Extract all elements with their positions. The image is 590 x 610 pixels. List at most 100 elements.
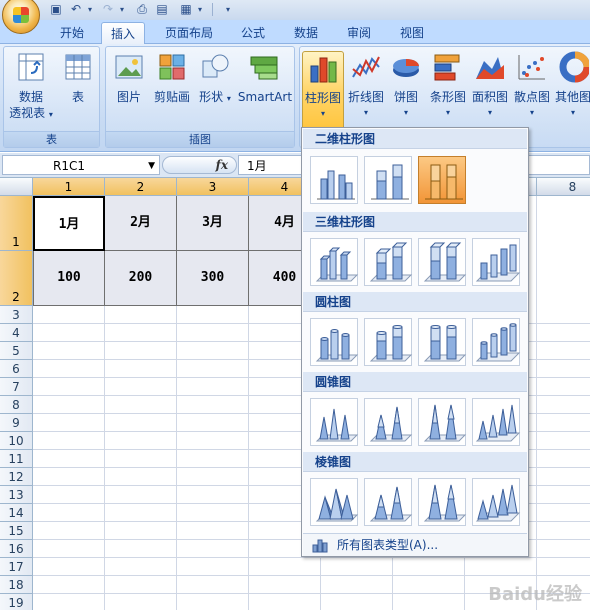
picture-button[interactable]: 图片 [110,51,148,105]
undo-dropdown-icon[interactable]: ▾ [82,2,98,17]
cell-r2c1[interactable]: 100 [33,251,105,306]
chart-types-icon [312,539,328,553]
column-chart-button[interactable]: 柱形图 ▾ [302,51,344,131]
percent-stacked-column-option[interactable] [418,156,466,204]
pivot-table-button[interactable]: 数据 透视表 ▾ [8,51,54,123]
bar-chart-button[interactable]: 条形图 ▾ [428,51,468,121]
row-header[interactable]: 8 [0,396,33,414]
area-chart-button[interactable]: 面积图 ▾ [470,51,510,121]
row-header[interactable]: 4 [0,324,33,342]
bar-chart-icon [434,54,460,81]
row-header[interactable]: 7 [0,378,33,396]
insert-function-button[interactable]: fx [162,156,237,174]
3d-column-option[interactable] [472,238,521,286]
row-header[interactable]: 3 [0,306,33,324]
column-header[interactable]: 2 [105,178,177,196]
percent-stacked-cylinder-icon [423,325,467,362]
3d-cone-icon [475,404,521,442]
shapes-button[interactable]: 形状 ▾ [196,51,234,107]
clipart-label: 剪贴画 [153,90,190,104]
column-header[interactable]: 3 [177,178,249,196]
cell-r2c2[interactable]: 200 [105,251,177,306]
stacked-cone-option[interactable] [364,398,413,446]
stacked-column-option[interactable] [364,156,412,204]
scatter-chart-icon [518,55,545,80]
smartart-button[interactable]: SmartArt [236,51,294,105]
illustrations-group: 图片 剪贴画 形状 ▾ SmartArt 插图 [105,46,295,148]
select-all-corner[interactable] [0,178,33,196]
3d-clustered-column-option[interactable] [310,238,359,286]
row-header[interactable]: 15 [0,522,33,540]
row-header[interactable]: 13 [0,486,33,504]
chevron-down-icon[interactable]: ▼ [148,157,155,175]
customize-toolbar-icon[interactable]: ▾ [220,2,236,17]
tab-formulas[interactable]: 公式 [233,22,273,44]
grid-line [536,196,537,610]
other-charts-button[interactable]: 其他图 ▾ [554,51,590,121]
tab-data[interactable]: 数据 [286,22,326,44]
column-header[interactable]: 1 [33,178,105,196]
row-header[interactable]: 5 [0,342,33,360]
row-header[interactable]: 9 [0,414,33,432]
area-chart-icon [476,57,504,79]
row-header[interactable]: 12 [0,468,33,486]
3d-stacked-column-option[interactable] [364,238,413,286]
gallery-section-cylinder: 圆柱图 [303,292,527,312]
print-preview-icon[interactable]: ⎙ [134,2,150,17]
3d-pyramid-option[interactable] [472,478,521,526]
row-header[interactable]: 10 [0,432,33,450]
cell-r1c1-active[interactable]: 1月 [33,196,105,251]
chevron-down-icon: ▾ [320,109,325,118]
percent-stacked-pyramid-option[interactable] [418,478,467,526]
all-chart-types-link[interactable]: 所有图表类型(A)... [303,533,527,556]
row-header[interactable]: 16 [0,540,33,558]
grid-line [33,575,590,576]
table-icon [65,54,91,80]
clustered-pyramid-option[interactable] [310,478,359,526]
clustered-cone-option[interactable] [310,398,359,446]
tab-page-layout[interactable]: 页面布局 [157,22,221,44]
percent-stacked-cone-option[interactable] [418,398,467,446]
column-header[interactable]: 8 [537,178,590,196]
row-header[interactable]: 2 [0,251,33,306]
3d-cylinder-option[interactable] [472,318,521,366]
name-box[interactable]: R1C1 ▼ [2,155,160,175]
percent-stacked-pyramid-icon [423,484,467,522]
chevron-down-icon: ▾ [226,94,231,103]
row-header[interactable]: 19 [0,594,33,610]
row-header[interactable]: 18 [0,576,33,594]
tables-group: 数据 透视表 ▾ 表 表 [3,46,100,148]
table-button[interactable]: 表 [58,51,98,105]
3d-cone-option[interactable] [472,398,521,446]
cell-r1c3[interactable]: 3月 [177,196,249,251]
chevron-down-icon: ▾ [445,108,450,117]
clustered-cylinder-option[interactable] [310,318,359,366]
redo-dropdown-icon[interactable]: ▾ [114,2,130,17]
all-chart-types-label: 所有图表类型(A)... [337,538,439,552]
save-icon[interactable]: ▣ [48,2,64,17]
tab-home[interactable]: 开始 [52,22,92,44]
scatter-chart-button[interactable]: 散点图 ▾ [512,51,552,121]
stacked-pyramid-option[interactable] [364,478,413,526]
line-chart-button[interactable]: 折线图 ▾ [346,51,386,121]
tab-insert[interactable]: 插入 [101,22,145,45]
tab-view[interactable]: 视图 [392,22,432,44]
pie-chart-button[interactable]: 饼图 ▾ [388,51,424,121]
percent-stacked-cylinder-option[interactable] [418,318,467,366]
grid-dropdown-icon[interactable]: ▾ [192,2,208,17]
area-chart-label: 面积图 [471,90,508,104]
form-icon[interactable]: ▤ [154,2,170,17]
clustered-column-option[interactable] [310,156,358,204]
row-header[interactable]: 6 [0,360,33,378]
cell-r2c3[interactable]: 300 [177,251,249,306]
row-header[interactable]: 11 [0,450,33,468]
tab-review[interactable]: 审阅 [339,22,379,44]
clipart-button[interactable]: 剪贴画 [150,51,194,105]
row-header[interactable]: 14 [0,504,33,522]
cell-r1c2[interactable]: 2月 [105,196,177,251]
chevron-down-icon: ▾ [529,108,534,117]
stacked-cylinder-option[interactable] [364,318,413,366]
3d-percent-stacked-column-option[interactable] [418,238,467,286]
row-header[interactable]: 1 [0,196,33,251]
row-header[interactable]: 17 [0,558,33,576]
